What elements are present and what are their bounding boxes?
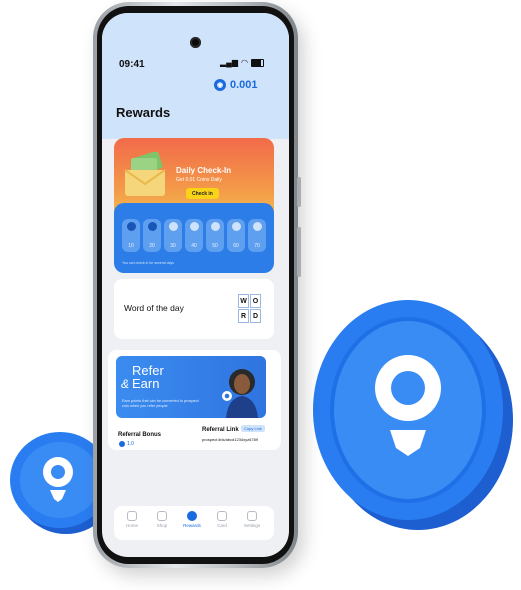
nav-item-rewards[interactable]: Rewards [180, 511, 204, 528]
nav-label: Home [125, 523, 138, 528]
coin-balance[interactable]: ◉ 0.001 [214, 79, 258, 91]
phone-volume-button [297, 227, 301, 277]
refer-earn-card: Refer & Earn Earn points that can be con… [108, 350, 281, 450]
checkin-days-panel: 10 20 30 40 50 60 70 You can check in for seve… [114, 203, 274, 273]
coin-icon [147, 222, 157, 231]
coin-balance-value: 0.001 [230, 79, 258, 91]
days-note: You can check in for several days [122, 261, 175, 265]
word-of-the-day-label: Word of the day [124, 303, 184, 313]
coin-icon [126, 222, 136, 231]
copy-link-button[interactable]: Copy Link [241, 425, 265, 432]
status-icons: ▂▄▆ ◠ [220, 58, 264, 67]
signal-icon: ▂▄▆ [220, 58, 238, 67]
nav-label: Rewards [183, 523, 201, 528]
coin-icon [168, 222, 178, 231]
nav-item-card[interactable]: Card [210, 511, 234, 528]
refer-title-line2: Earn [132, 376, 160, 391]
day-reward-value: 50 [212, 243, 218, 249]
prospect-coin-large-icon [313, 300, 513, 530]
checkin-title: Daily Check-In [176, 166, 232, 175]
refer-description: Earn points that can be converted to pro… [122, 399, 199, 408]
checkin-day[interactable]: 50 [206, 219, 224, 252]
nav-item-shop[interactable]: Shop [150, 511, 174, 528]
word-letter: O [250, 294, 261, 308]
day-reward-value: 40 [191, 243, 197, 249]
referral-bonus-label: Referral Bonus [118, 432, 162, 438]
day-reward-value: 60 [233, 243, 239, 249]
header-area [102, 13, 289, 139]
day-reward-value: 10 [128, 243, 134, 249]
day-reward-value: 30 [170, 243, 176, 249]
camera-icon [190, 37, 201, 48]
phone-power-button [297, 177, 301, 207]
home-icon [127, 511, 137, 521]
coin-icon [252, 222, 262, 231]
day-reward-value: 20 [149, 243, 155, 249]
person-photo [222, 369, 258, 418]
checkin-day[interactable]: 60 [227, 219, 245, 252]
nav-label: Shop [156, 523, 168, 528]
bottom-nav: Home Shop Rewards Card Settings [114, 506, 274, 540]
word-of-the-day-card[interactable]: Word of the day W O R D [114, 279, 274, 339]
coin-icon [119, 441, 125, 447]
word-letter: D [250, 309, 261, 323]
day-reward-value: 70 [254, 243, 260, 249]
checkin-day[interactable]: 10 [122, 219, 140, 252]
app-screen: 09:41 ▂▄▆ ◠ ◉ 0.001 Rewards Daily Check-… [102, 13, 289, 557]
coin-icon [231, 222, 241, 231]
phone-frame: 09:41 ▂▄▆ ◠ ◉ 0.001 Rewards Daily Check-… [93, 2, 301, 568]
checkin-day[interactable]: 70 [248, 219, 266, 252]
shop-icon [157, 511, 167, 521]
referral-bonus-value: 1.0 [119, 441, 134, 447]
nav-item-settings[interactable]: Settings [240, 511, 264, 528]
checkin-button[interactable]: Check in [186, 188, 219, 199]
word-letter: R [238, 309, 249, 323]
checkin-day[interactable]: 30 [164, 219, 182, 252]
checkin-day[interactable]: 20 [143, 219, 161, 252]
nav-item-home[interactable]: Home [120, 511, 144, 528]
referral-link-label: Referral Link [202, 427, 239, 433]
referral-link-value: prospect.link/abcd1234xyz6789 [202, 437, 259, 442]
refer-banner[interactable]: Refer & Earn Earn points that can be con… [116, 356, 266, 418]
battery-icon [250, 58, 264, 67]
coin-icon [189, 222, 199, 231]
nav-label: Card [217, 523, 227, 528]
word-grid: W O R D [238, 294, 261, 323]
card-icon [217, 511, 227, 521]
settings-icon [247, 511, 257, 521]
word-letter: W [238, 294, 249, 308]
checkin-subtitle: Get 0.01 Coins Daily [176, 177, 222, 183]
nav-label: Settings [243, 523, 261, 528]
referral-bonus-amount: 1.0 [127, 441, 134, 447]
status-time: 09:41 [119, 59, 145, 70]
money-envelope-icon [124, 152, 166, 196]
coin-icon [210, 222, 220, 231]
coin-icon: ◉ [214, 79, 226, 91]
wifi-icon: ◠ [240, 58, 248, 67]
rewards-icon [187, 511, 197, 521]
refer-title-amp: & [121, 377, 130, 391]
page-title: Rewards [116, 105, 171, 120]
checkin-day[interactable]: 40 [185, 219, 203, 252]
